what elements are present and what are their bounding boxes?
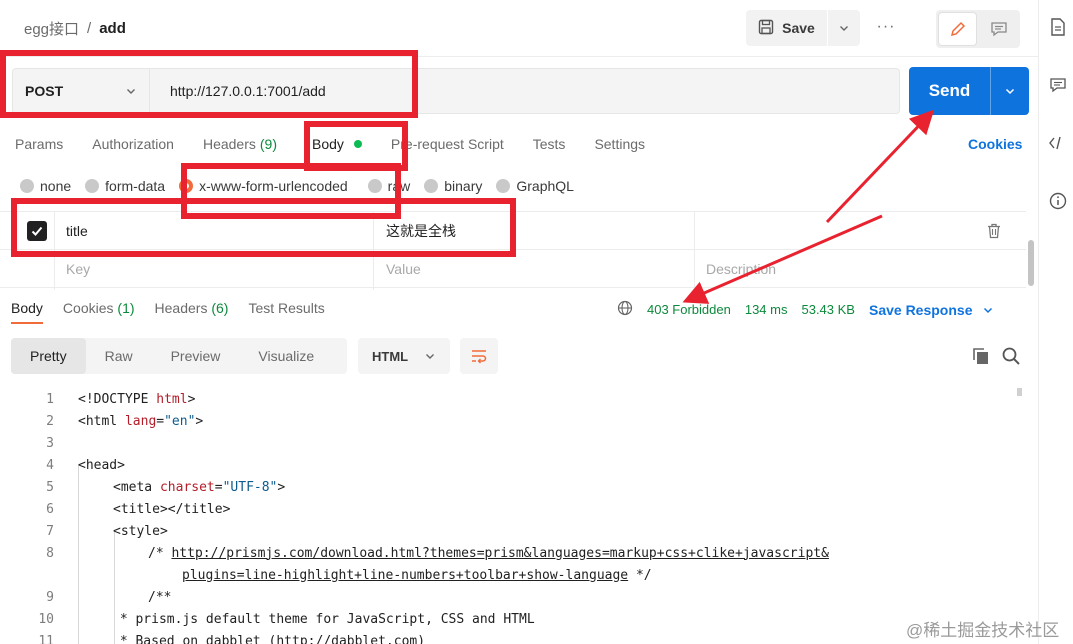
- watermark: @稀土掘金技术社区: [906, 621, 1060, 640]
- arrow-to-status: [682, 214, 883, 304]
- arrow-to-send: [825, 109, 935, 224]
- annotation-arrows: [682, 109, 935, 304]
